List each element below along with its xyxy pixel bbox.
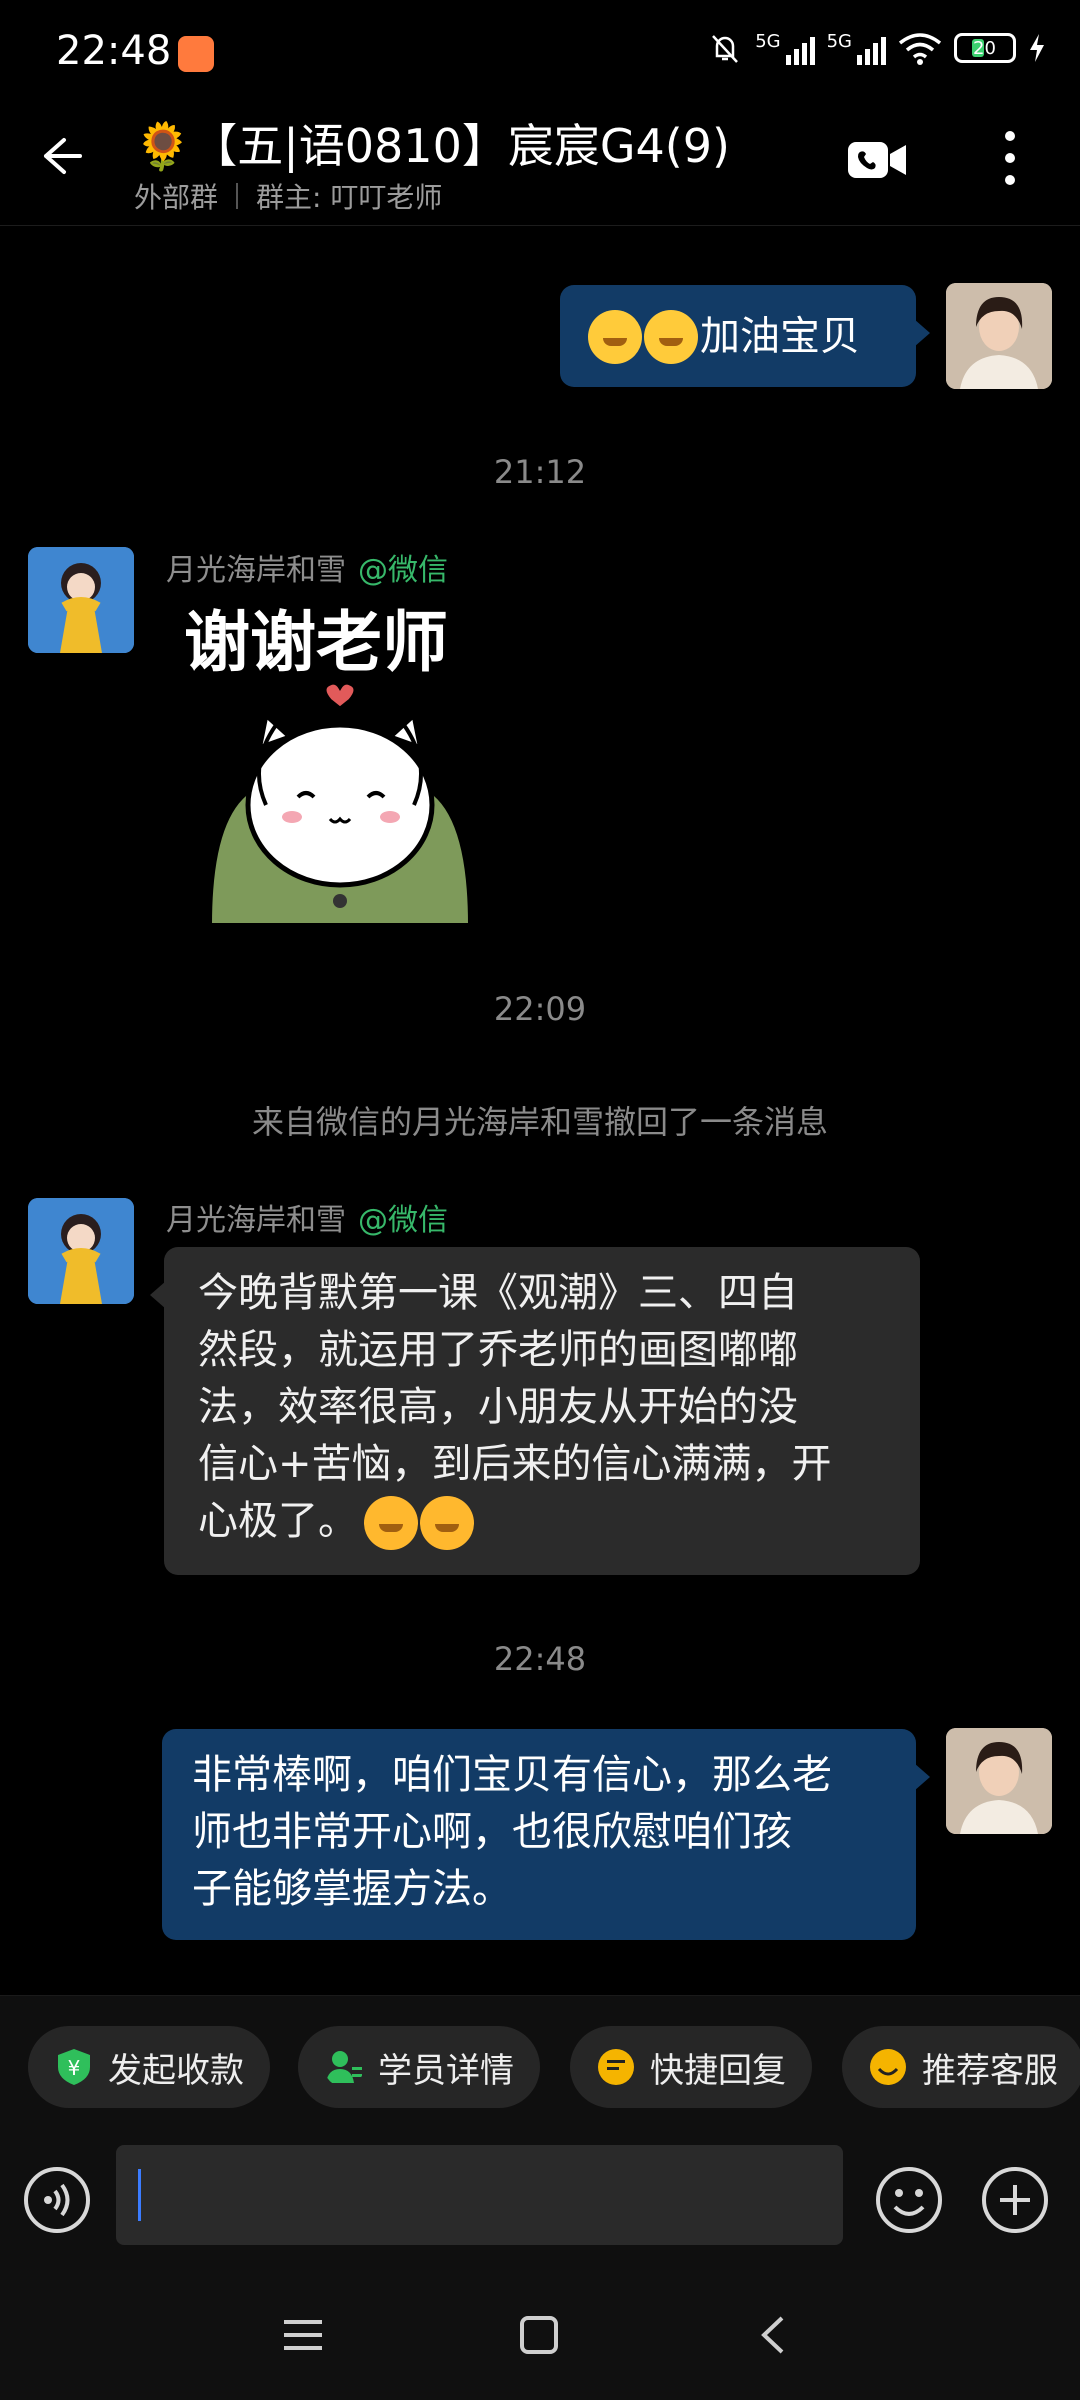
message-line: 然段，就运用了乔老师的画图嘟嘟	[198, 1327, 798, 1373]
mute-bell-icon	[712, 35, 739, 63]
student-profile-icon	[326, 2051, 362, 2083]
video-call-icon[interactable]	[848, 140, 908, 180]
wechat-source-tag: @微信	[358, 1203, 448, 1238]
charging-bolt-icon	[1030, 34, 1044, 62]
input-bar	[0, 2135, 1080, 2270]
status-bar: 22:48 5G 5G 20	[0, 0, 1080, 100]
girl-avatar-icon	[28, 547, 134, 653]
chip-label: 发起收款	[108, 2050, 244, 2091]
message-line: 法，效率很高，小朋友从开始的没	[198, 1384, 798, 1430]
teacher-avatar-icon	[946, 283, 1052, 389]
chat-subtitle: 外部群 群主: 叮叮老师	[134, 176, 442, 216]
chip-label: 学员详情	[378, 2050, 514, 2091]
recall-notice: 来自微信的月光海岸和雪撤回了一条消息	[251, 1103, 828, 1141]
wechat-source-tag: @微信	[358, 553, 448, 588]
teacher-avatar-icon	[946, 1728, 1052, 1834]
hugging-face-icon	[420, 1496, 474, 1550]
wifi-icon	[898, 33, 942, 65]
shushing-face-icon	[644, 310, 698, 364]
message-line: 今晚背默第一课《观潮》三、四自	[198, 1270, 798, 1316]
sticker-message[interactable]: 谢谢老师	[179, 585, 500, 927]
signal-2-icon: 5G	[827, 31, 886, 65]
avatar[interactable]	[28, 1198, 134, 1304]
chat-title[interactable]: 🌻【五|语0810】宸宸G4(9)	[134, 110, 730, 176]
message-text: 加油宝贝	[700, 313, 860, 360]
message-line: 子能够掌握方法。	[192, 1866, 512, 1912]
quick-action-bar: ¥ 发起收款 学员详情 快捷回复 推荐客服	[0, 1995, 1080, 2135]
status-icons: 5G 5G 20	[707, 30, 1046, 66]
thank-you-cat-sticker: 谢谢老师	[179, 599, 473, 927]
more-options-icon[interactable]	[990, 126, 1030, 190]
voice-input-icon[interactable]	[22, 2165, 92, 2235]
message-line: 心极了。	[198, 1498, 358, 1544]
svg-text:¥: ¥	[68, 2056, 81, 2080]
message-line: 非常棒啊，咱们宝贝有信心，那么老	[192, 1752, 832, 1798]
chat-header: 🌻【五|语0810】宸宸G4(9) 外部群 群主: 叮叮老师	[0, 100, 1080, 226]
service-smile-icon	[870, 2049, 906, 2085]
girl-avatar-icon	[28, 1198, 134, 1304]
avatar[interactable]	[28, 547, 134, 653]
group-owner-label: 群主: 叮叮老师	[256, 181, 443, 214]
menu-lines-icon[interactable]	[278, 2310, 328, 2360]
message-bubble-outgoing[interactable]: 加油宝贝	[560, 285, 930, 387]
sender-name: 月光海岸和雪 @微信	[166, 553, 448, 588]
avatar[interactable]	[946, 1728, 1052, 1834]
time-divider: 22:09	[493, 990, 587, 1028]
hugging-face-icon	[364, 1496, 418, 1550]
divider	[236, 183, 239, 209]
home-square-icon[interactable]	[514, 2310, 564, 2360]
shushing-face-icon	[588, 310, 642, 364]
more-actions-plus-icon[interactable]	[980, 2165, 1050, 2235]
message-bubble-outgoing[interactable]: 非常棒啊，咱们宝贝有信心，那么老 师也非常开心啊，也很欣慰咱们孩 子能够掌握方法…	[162, 1729, 930, 1940]
message-line: 师也非常开心啊，也很欣慰咱们孩	[192, 1809, 792, 1855]
time-divider: 21:12	[493, 453, 587, 491]
student-details-button[interactable]: 学员详情	[298, 2026, 540, 2108]
back-chevron-icon[interactable]	[750, 2310, 800, 2360]
group-type-label: 外部群	[134, 181, 219, 214]
system-navigation-bar	[0, 2270, 1080, 2400]
time-divider: 22:48	[493, 1640, 587, 1678]
emoji-picker-icon[interactable]	[874, 2165, 944, 2235]
payment-shield-icon: ¥	[58, 2049, 90, 2085]
chip-label: 推荐客服	[922, 2050, 1058, 2091]
recommend-service-button[interactable]: 推荐客服	[842, 2026, 1080, 2108]
back-arrow-icon[interactable]	[30, 126, 90, 186]
signal-1-icon: 5G	[755, 31, 815, 65]
start-payment-button[interactable]: ¥ 发起收款	[28, 2026, 270, 2108]
status-time: 22:48	[56, 28, 172, 74]
quick-reply-icon	[598, 2049, 634, 2085]
battery-icon: 20	[954, 33, 1016, 63]
sender-name: 月光海岸和雪 @微信	[166, 1203, 448, 1238]
avatar[interactable]	[946, 283, 1052, 389]
shopping-app-icon	[178, 36, 214, 72]
svg-text:谢谢老师: 谢谢老师	[184, 604, 448, 681]
message-line: 信心+苦恼，到后来的信心满满，开	[198, 1441, 832, 1487]
text-caret	[138, 2169, 141, 2221]
chip-label: 快捷回复	[650, 2050, 786, 2091]
quick-reply-button[interactable]: 快捷回复	[570, 2026, 812, 2108]
message-bubble-incoming[interactable]: 今晚背默第一课《观潮》三、四自 然段，就运用了乔老师的画图嘟嘟 法，效率很高，小…	[150, 1247, 920, 1575]
message-input[interactable]	[116, 2145, 843, 2245]
